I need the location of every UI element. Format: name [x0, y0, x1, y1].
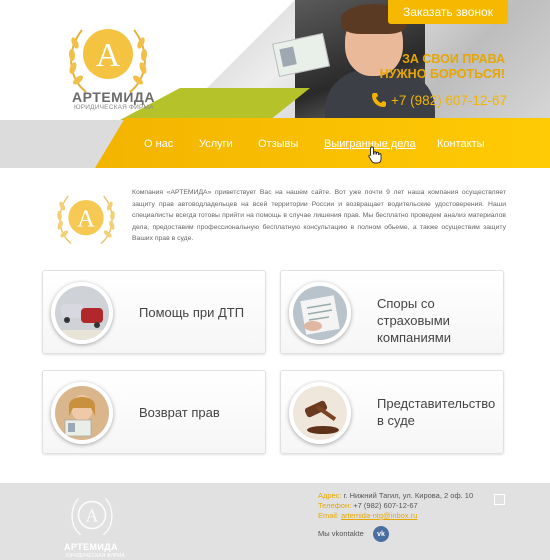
footer-laurel-logo-icon: A	[71, 497, 113, 536]
service-label-line-2: в суде	[377, 413, 415, 428]
nav-item-services[interactable]: Услуги	[199, 138, 233, 150]
service-label: Возврат прав	[139, 405, 220, 420]
svg-text:A: A	[96, 37, 121, 74]
footer-email-link[interactable]: artemida-ntg@inbox.ru	[341, 511, 417, 520]
intro-laurel-logo-icon: A	[57, 195, 115, 245]
footer-social-label: Мы vkontakte	[318, 529, 364, 538]
site-footer: A АРТЕМИДА ЮРИДИЧЕСКАЯ ФИРМА Адрес: г. Н…	[0, 483, 550, 560]
svg-text:A: A	[77, 205, 95, 232]
footer-phone: Телефон: +7 (982) 607-12-67	[318, 501, 418, 510]
judge-gavel-icon	[289, 382, 351, 444]
footer-address: Адрес: г. Нижний Тагил, ул. Кирова, 2 оф…	[318, 491, 473, 500]
service-card-license-return[interactable]: Возврат прав	[42, 370, 266, 454]
footer-phone-label: Телефон:	[318, 501, 352, 510]
service-label: Представительство в суде	[377, 395, 495, 429]
service-card-insurance-disputes[interactable]: Споры со страховыми компаниями	[280, 270, 504, 354]
service-card-court-representation[interactable]: Представительство в суде	[280, 370, 504, 454]
brand-name: АРТЕМИДА	[72, 89, 155, 105]
external-link-icon[interactable]	[494, 494, 505, 505]
service-label-line-1: Споры со страховыми	[377, 296, 450, 328]
footer-email-label: Email:	[318, 511, 339, 520]
footer-email: Email: artemida-ntg@inbox.ru	[318, 511, 417, 520]
svg-text:A: A	[86, 506, 99, 526]
header-phone-number: +7 (982) 607-12-67	[391, 92, 507, 108]
service-label-line-1: Представительство	[377, 396, 496, 411]
nav-item-reviews[interactable]: Отзывы	[258, 138, 298, 150]
car-accident-icon	[51, 282, 113, 344]
service-label: Споры со страховыми компаниями	[377, 295, 503, 346]
nav-item-about[interactable]: О нас	[144, 138, 173, 150]
slogan-line-2: НУЖНО БОРОТЬСЯ!	[379, 67, 505, 81]
header-slogan: ЗА СВОИ ПРАВА НУЖНО БОРОТЬСЯ!	[380, 52, 505, 82]
footer-address-value: г. Нижний Тагил, ул. Кирова, 2 оф. 10	[343, 491, 474, 500]
phone-handset-icon	[372, 93, 386, 107]
service-card-accident-help[interactable]: Помощь при ДТП	[42, 270, 266, 354]
brand-subtitle: ЮРИДИЧЕСКАЯ ФИРМА	[74, 104, 154, 111]
footer-brand-name: АРТЕМИДА	[64, 542, 118, 552]
footer-phone-value[interactable]: +7 (982) 607-12-67	[353, 501, 417, 510]
insurance-document-icon	[289, 282, 351, 344]
footer-address-label: Адрес:	[318, 491, 342, 500]
nav-item-contacts[interactable]: Контакты	[437, 138, 485, 150]
slogan-line-1: ЗА СВОИ ПРАВА	[402, 52, 505, 66]
vk-icon[interactable]: vk	[373, 526, 389, 542]
service-label-line-2: компаниями	[377, 330, 451, 345]
woman-with-license-icon	[51, 382, 113, 444]
service-label: Помощь при ДТП	[139, 305, 245, 320]
site-header: A АРТЕМИДА ЮРИДИЧЕСКАЯ ФИРМА Заказать зв…	[0, 0, 550, 170]
order-call-button[interactable]: Заказать звонок	[388, 0, 508, 24]
intro-paragraph: Компания «АРТЕМИДА» приветствует Вас на …	[132, 189, 506, 242]
hand-cursor-icon	[368, 146, 382, 164]
footer-brand-subtitle: ЮРИДИЧЕСКАЯ ФИРМА	[66, 553, 125, 559]
header-phone[interactable]: +7 (982) 607-12-67	[371, 92, 507, 108]
